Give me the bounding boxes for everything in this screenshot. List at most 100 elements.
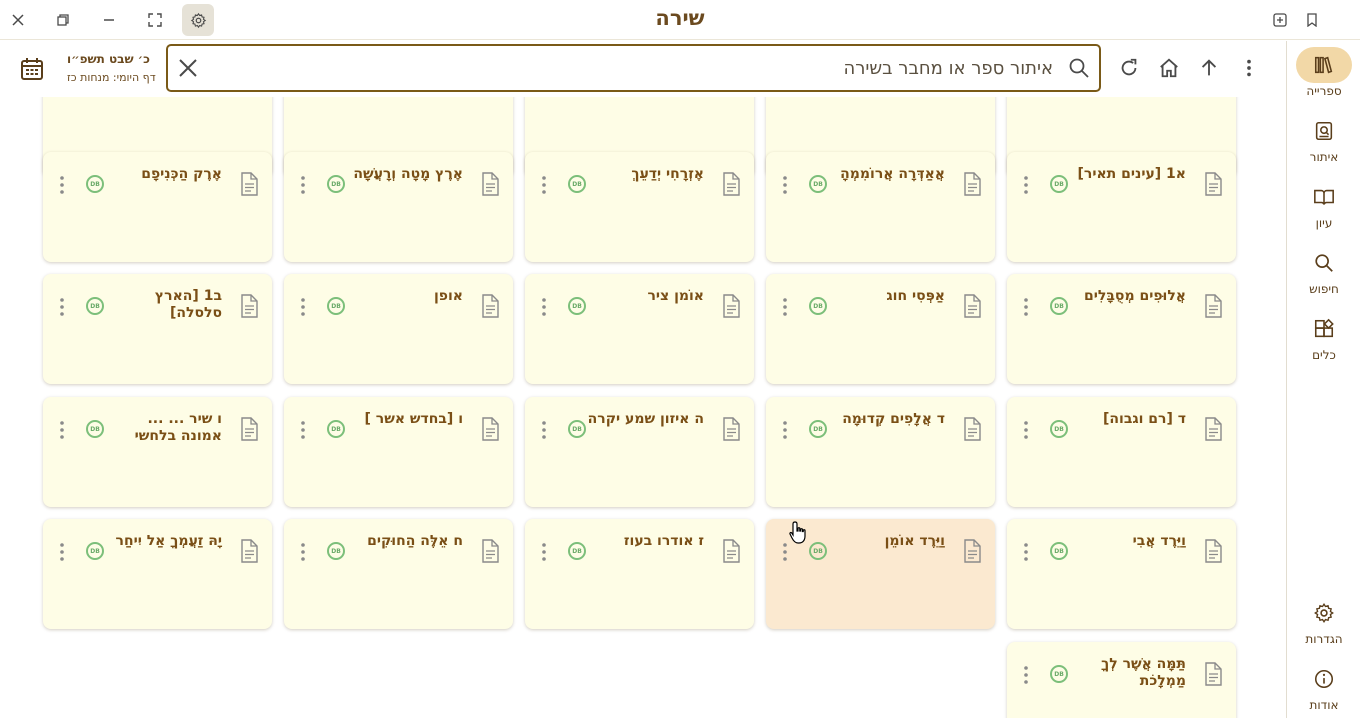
nav-settings[interactable]: הגדרות (1287, 595, 1360, 646)
book-card[interactable]: ח אֵלֶּה הַחוּקִים DB (284, 519, 513, 629)
calendar-icon (21, 58, 43, 80)
more-vertical-icon (542, 298, 546, 316)
nav-about[interactable]: אודות (1287, 661, 1360, 712)
book-more-button[interactable] (54, 296, 70, 318)
book-card[interactable]: ב1 [הארץ סלסלה] DB (43, 274, 272, 384)
book-more-button[interactable] (1018, 664, 1034, 686)
book-more-button[interactable] (1018, 174, 1034, 196)
book-grid: א1 [עינים תאיר] DB אֲאַדְּרָה אֲרוֹמִמְהָ D… (0, 97, 1286, 718)
nav-study[interactable]: עיון (1287, 179, 1360, 230)
nav-tools-label: כלים (1312, 348, 1336, 362)
book-more-button[interactable] (54, 541, 70, 563)
book-card[interactable]: אופן DB (284, 274, 513, 384)
book-card[interactable]: אֲאַדְּרָה אֲרוֹמִמְהָ DB (766, 152, 995, 262)
home-button[interactable] (1154, 53, 1184, 83)
book-more-button[interactable] (295, 296, 311, 318)
calendar-button[interactable] (18, 55, 46, 83)
book-card[interactable]: אֲלוּפִים מְסֻבָּלִים DB (1007, 274, 1236, 384)
book-card[interactable]: ו שיר ... ... אמונה בלחשי DB (43, 397, 272, 507)
book-more-button[interactable] (1018, 296, 1034, 318)
book-card[interactable]: אוֹמן ציר DB (525, 274, 754, 384)
book-more-button[interactable] (295, 541, 311, 563)
book-card[interactable]: ד [רם וגבוה] DB (1007, 397, 1236, 507)
db-badge-icon: DB (1050, 297, 1068, 315)
refresh-button[interactable] (1114, 53, 1144, 83)
more-vertical-icon (1024, 176, 1028, 194)
book-search-box[interactable] (166, 44, 1101, 92)
book-card[interactable]: ה איזון שמע יקרה DB (525, 397, 754, 507)
book-more-button[interactable] (536, 296, 552, 318)
document-icon (238, 294, 260, 318)
document-icon (1202, 539, 1224, 563)
book-more-button[interactable] (777, 419, 793, 441)
nav-library[interactable]: ספרייה (1287, 47, 1360, 98)
nav-find-label: איתור (1309, 150, 1339, 164)
more-vertical-icon (783, 176, 787, 194)
book-more-button[interactable] (1018, 541, 1034, 563)
book-card[interactable]: יָהּ זַעֲמְךָ אַל יִיחַר DB (43, 519, 272, 629)
new-tab-button[interactable] (1264, 4, 1296, 36)
book-title: אֶרֶץ מָטָה וְרָעֲשָׁה (353, 166, 463, 182)
db-badge-icon: DB (86, 297, 104, 315)
clear-search-button[interactable] (176, 56, 200, 80)
file-icon (723, 294, 740, 318)
book-title: ו [בחדש אשר ] (364, 411, 463, 427)
file-icon (482, 172, 499, 196)
more-vertical-icon (60, 421, 64, 439)
file-icon (482, 417, 499, 441)
book-card[interactable]: תַּמָּה אֲשֶׁר לְךָ מַמְלָכֹת DB (1007, 642, 1236, 718)
book-more-button[interactable] (536, 419, 552, 441)
book-card[interactable]: אֶרֶץ מָטָה וְרָעֲשָׁה DB (284, 152, 513, 262)
nav-find[interactable]: איתור (1287, 113, 1360, 164)
book-card[interactable]: וַיֵּרֶד אֲבִי DB (1007, 519, 1236, 629)
book-more-button[interactable] (1018, 419, 1034, 441)
book-more-button[interactable] (54, 419, 70, 441)
book-more-button[interactable] (777, 296, 793, 318)
nav-search[interactable]: חיפוש (1287, 245, 1360, 296)
more-vertical-icon (542, 543, 546, 561)
nav-study-label: עיון (1315, 216, 1333, 230)
up-arrow-icon (1201, 59, 1217, 76)
book-card[interactable]: ו [בחדש אשר ] DB (284, 397, 513, 507)
nav-tools[interactable]: כלים (1287, 311, 1360, 362)
db-badge-icon: DB (568, 297, 586, 315)
book-more-button[interactable] (536, 174, 552, 196)
book-card[interactable]: ד אֲלָפִים קְדוּמָה DB (766, 397, 995, 507)
search-submit-button[interactable] (1067, 56, 1091, 80)
book-more-button[interactable] (295, 419, 311, 441)
document-icon (1202, 662, 1224, 686)
file-icon (482, 539, 499, 563)
bookmark-button[interactable] (1296, 4, 1328, 36)
nav-settings-label: הגדרות (1305, 632, 1343, 646)
window-settings-button[interactable] (182, 4, 214, 36)
more-vertical-icon (301, 298, 305, 316)
book-more-button[interactable] (536, 541, 552, 563)
book-search-input[interactable] (208, 54, 1053, 82)
book-more-button[interactable] (54, 174, 70, 196)
restore-window-button[interactable] (47, 4, 79, 36)
book-card[interactable]: אֶזְרָחִי יְדַעֵךְ DB (525, 152, 754, 262)
book-title: וַיֵּרֶד אוֹמֵן (884, 533, 945, 549)
book-card[interactable]: ז אודרו בעוז DB (525, 519, 754, 629)
minimize-window-button[interactable] (93, 4, 125, 36)
more-options-button[interactable] (1234, 53, 1264, 83)
up-folder-button[interactable] (1194, 53, 1224, 83)
gear-icon (1314, 603, 1334, 623)
book-card[interactable]: אַפְּסִי חוג DB (766, 274, 995, 384)
book-card[interactable]: א1 [עינים תאיר] DB (1007, 152, 1236, 262)
book-more-button[interactable] (295, 174, 311, 196)
book-card[interactable]: אֶרֶק הַכְּנִיפָם DB (43, 152, 272, 262)
book-more-button[interactable] (777, 174, 793, 196)
book-title: ח אֵלֶּה הַחוּקִים (367, 533, 463, 549)
close-window-button[interactable] (2, 4, 34, 36)
more-vertical-icon (60, 298, 64, 316)
book-title: ד [רם וגבוה] (1103, 411, 1186, 427)
more-vertical-icon (1024, 666, 1028, 684)
book-title: א1 [עינים תאיר] (1077, 166, 1186, 182)
hand-cursor-icon (789, 521, 806, 544)
db-badge-icon: DB (1050, 665, 1068, 683)
file-icon (964, 539, 981, 563)
daf-yomi[interactable]: דף היומי: מנחות כז (67, 71, 156, 84)
file-icon (1205, 539, 1222, 563)
fullscreen-button[interactable] (139, 4, 171, 36)
